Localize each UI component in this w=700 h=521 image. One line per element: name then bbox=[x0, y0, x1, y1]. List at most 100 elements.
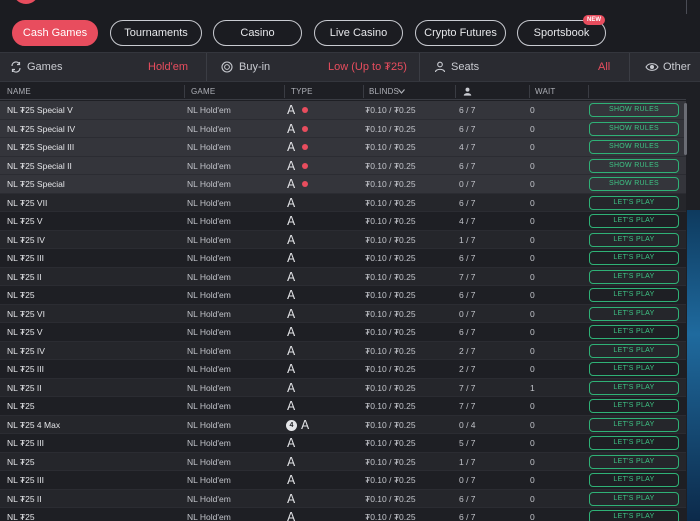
table-row[interactable]: NL ₮25 Special NL Hold'em A ₮0.10 / ₮0.25 0 … bbox=[0, 175, 686, 194]
background-artwork bbox=[687, 210, 700, 521]
game-type: NL Hold'em bbox=[187, 512, 231, 521]
table-row[interactable]: NL ₮25 II NL Hold'em A ₮0.10 / ₮0.25 7 / 7 0 L… bbox=[0, 267, 686, 286]
buyin-filter-label[interactable]: Buy-in bbox=[239, 53, 270, 81]
table-row[interactable]: NL ₮25 V NL Hold'em A ₮0.10 / ₮0.25 4 / 7 0 LE… bbox=[0, 212, 686, 231]
lets-play-button[interactable]: LET'S PLAY bbox=[589, 380, 679, 395]
show-rules-button[interactable]: SHOW RULES bbox=[589, 140, 679, 154]
show-rules-button[interactable]: SHOW RULES bbox=[589, 158, 679, 173]
filter-divider bbox=[629, 53, 630, 81]
table-row[interactable]: NL ₮25 NL Hold'em A ₮0.10 / ₮0.25 6 / 7 0 LET'… bbox=[0, 286, 686, 305]
other-filter-label[interactable]: Other bbox=[663, 53, 691, 81]
table-row[interactable]: NL ₮25 II NL Hold'em A ₮0.10 / ₮0.25 6 / 7 0 L… bbox=[0, 489, 686, 508]
ace-type-icon: A bbox=[287, 269, 296, 284]
tab-tournaments[interactable]: Tournaments bbox=[110, 20, 202, 46]
show-rules-button[interactable]: SHOW RULES bbox=[589, 177, 679, 191]
game-type: NL Hold'em bbox=[187, 475, 231, 485]
seats-filter-label[interactable]: Seats bbox=[451, 53, 479, 81]
show-rules-button[interactable]: SHOW RULES bbox=[589, 121, 679, 136]
lets-play-button[interactable]: LET'S PLAY bbox=[589, 399, 679, 413]
table-row[interactable]: NL ₮25 IV NL Hold'em A ₮0.10 / ₮0.25 2 / 7 0 L… bbox=[0, 341, 686, 360]
lets-play-button[interactable]: LET'S PLAY bbox=[589, 251, 679, 265]
table-row[interactable]: NL ₮25 VII NL Hold'em A ₮0.10 / ₮0.25 6 / 7 0… bbox=[0, 193, 686, 212]
column-header-wait[interactable]: WAIT bbox=[535, 83, 556, 100]
column-header-name[interactable]: NAME bbox=[7, 83, 31, 100]
table-row[interactable]: NL ₮25 NL Hold'em A ₮0.10 / ₮0.25 7 / 7 0 LET'… bbox=[0, 397, 686, 416]
seats-value: 7 / 7 bbox=[459, 401, 476, 411]
table-row[interactable]: NL ₮25 4 Max NL Hold'em 4 A ₮0.10 / ₮0.25 0 /… bbox=[0, 415, 686, 434]
blinds-value: ₮0.10 / ₮0.25 bbox=[365, 290, 416, 300]
lets-play-button[interactable]: LET'S PLAY bbox=[589, 417, 679, 432]
lets-play-button[interactable]: LET'S PLAY bbox=[589, 325, 679, 339]
games-filter-label[interactable]: Games bbox=[27, 53, 62, 81]
lets-play-button[interactable]: LET'S PLAY bbox=[589, 362, 679, 376]
lets-play-button[interactable]: LET'S PLAY bbox=[589, 491, 679, 506]
ace-type-icon: A bbox=[287, 214, 296, 228]
top-navigation: Cash Games Tournaments Casino Live Casin… bbox=[0, 0, 700, 52]
wait-value: 0 bbox=[530, 271, 535, 282]
lets-play-button[interactable]: LET'S PLAY bbox=[589, 454, 679, 469]
table-row[interactable]: NL ₮25 II NL Hold'em A ₮0.10 / ₮0.25 7 / 7 1 L… bbox=[0, 378, 686, 397]
wait-value: 0 bbox=[530, 512, 535, 521]
scrollbar-thumb[interactable] bbox=[684, 103, 687, 155]
table-row[interactable]: NL ₮25 NL Hold'em A ₮0.10 / ₮0.25 6 / 7 0 LET'… bbox=[0, 508, 686, 521]
seats-value: 2 / 7 bbox=[459, 364, 476, 374]
buyin-filter-value[interactable]: Low (Up to ₮25) bbox=[328, 53, 407, 81]
person-icon[interactable] bbox=[463, 87, 472, 96]
ace-type-icon: A bbox=[287, 454, 296, 469]
table-row[interactable]: NL ₮25 VI NL Hold'em A ₮0.10 / ₮0.25 0 / 7 0 L… bbox=[0, 304, 686, 323]
column-header-game[interactable]: GAME bbox=[191, 83, 215, 100]
tab-live-casino[interactable]: Live Casino bbox=[314, 20, 403, 46]
lets-play-button[interactable]: LET'S PLAY bbox=[589, 436, 679, 450]
wait-value: 0 bbox=[530, 308, 535, 319]
logo[interactable] bbox=[13, 0, 39, 4]
seats-filter-value[interactable]: All bbox=[598, 53, 610, 81]
lets-play-button[interactable]: LET'S PLAY bbox=[589, 343, 679, 358]
ace-type-icon: A bbox=[287, 325, 296, 339]
lets-play-button[interactable]: LET'S PLAY bbox=[589, 288, 679, 302]
chevron-down-icon[interactable] bbox=[398, 89, 405, 94]
lets-play-button[interactable]: LET'S PLAY bbox=[589, 195, 679, 210]
blinds-value: ₮0.10 / ₮0.25 bbox=[365, 456, 416, 467]
lets-play-button[interactable]: LET'S PLAY bbox=[589, 473, 679, 487]
blinds-value: ₮0.10 / ₮0.25 bbox=[365, 493, 416, 504]
filter-divider bbox=[206, 53, 207, 81]
lets-play-button[interactable]: LET'S PLAY bbox=[589, 510, 679, 521]
game-type: NL Hold'em bbox=[187, 438, 231, 448]
ace-type-icon: A bbox=[287, 362, 296, 376]
table-row[interactable]: NL ₮25 III NL Hold'em A ₮0.10 / ₮0.25 5 / 7 0… bbox=[0, 434, 686, 453]
tab-casino[interactable]: Casino bbox=[213, 20, 302, 46]
ace-type-icon: A bbox=[287, 140, 296, 154]
table-row[interactable]: NL ₮25 NL Hold'em A ₮0.10 / ₮0.25 1 / 7 0 LET'… bbox=[0, 452, 686, 471]
table-row[interactable]: NL ₮25 Special V NL Hold'em A ₮0.10 / ₮0.25… bbox=[0, 101, 686, 120]
table-row[interactable]: NL ₮25 III NL Hold'em A ₮0.10 / ₮0.25 6 / 7 0… bbox=[0, 249, 686, 268]
table-row[interactable]: NL ₮25 Special III NL Hold'em A ₮0.10 / ₮0.… bbox=[0, 138, 686, 157]
lets-play-button[interactable]: LET'S PLAY bbox=[589, 232, 679, 247]
table-name: NL ₮25 III bbox=[7, 364, 45, 374]
ace-type-icon: A bbox=[287, 177, 296, 191]
table-row[interactable]: NL ₮25 Special II NL Hold'em A ₮0.10 / ₮0.2… bbox=[0, 156, 686, 175]
seats-value: 6 / 7 bbox=[459, 197, 476, 208]
table-list: NL ₮25 Special V NL Hold'em A ₮0.10 / ₮0.25… bbox=[0, 101, 686, 521]
lets-play-button[interactable]: LET'S PLAY bbox=[589, 214, 679, 228]
table-row[interactable]: NL ₮25 V NL Hold'em A ₮0.10 / ₮0.25 6 / 7 0 LE… bbox=[0, 323, 686, 342]
wait-value: 0 bbox=[530, 475, 535, 485]
max-players-badge: 4 bbox=[286, 419, 297, 431]
lets-play-button[interactable]: LET'S PLAY bbox=[589, 269, 679, 284]
table-row[interactable]: NL ₮25 III NL Hold'em A ₮0.10 / ₮0.25 2 / 7 0… bbox=[0, 360, 686, 379]
table-name: NL ₮25 bbox=[7, 456, 35, 467]
games-filter-value[interactable]: Hold'em bbox=[148, 53, 188, 81]
table-row[interactable]: NL ₮25 IV NL Hold'em A ₮0.10 / ₮0.25 1 / 7 0 L… bbox=[0, 230, 686, 249]
seats-value: 4 / 7 bbox=[459, 216, 476, 226]
ace-type-icon: A bbox=[301, 417, 310, 432]
blinds-value: ₮0.10 / ₮0.25 bbox=[365, 512, 416, 521]
swap-arrows-icon bbox=[11, 61, 21, 73]
lets-play-button[interactable]: LET'S PLAY bbox=[589, 306, 679, 321]
game-type: NL Hold'em bbox=[187, 234, 231, 245]
column-header-type[interactable]: TYPE bbox=[291, 83, 313, 100]
tab-cash-games[interactable]: Cash Games bbox=[12, 20, 98, 46]
show-rules-button[interactable]: SHOW RULES bbox=[589, 103, 679, 117]
column-header-blinds[interactable]: BLINDS bbox=[369, 83, 399, 100]
tab-crypto-futures[interactable]: Crypto Futures bbox=[415, 20, 506, 46]
table-row[interactable]: NL ₮25 Special IV NL Hold'em A ₮0.10 / ₮0.2… bbox=[0, 119, 686, 138]
table-row[interactable]: NL ₮25 III NL Hold'em A ₮0.10 / ₮0.25 0 / 7 0… bbox=[0, 471, 686, 490]
